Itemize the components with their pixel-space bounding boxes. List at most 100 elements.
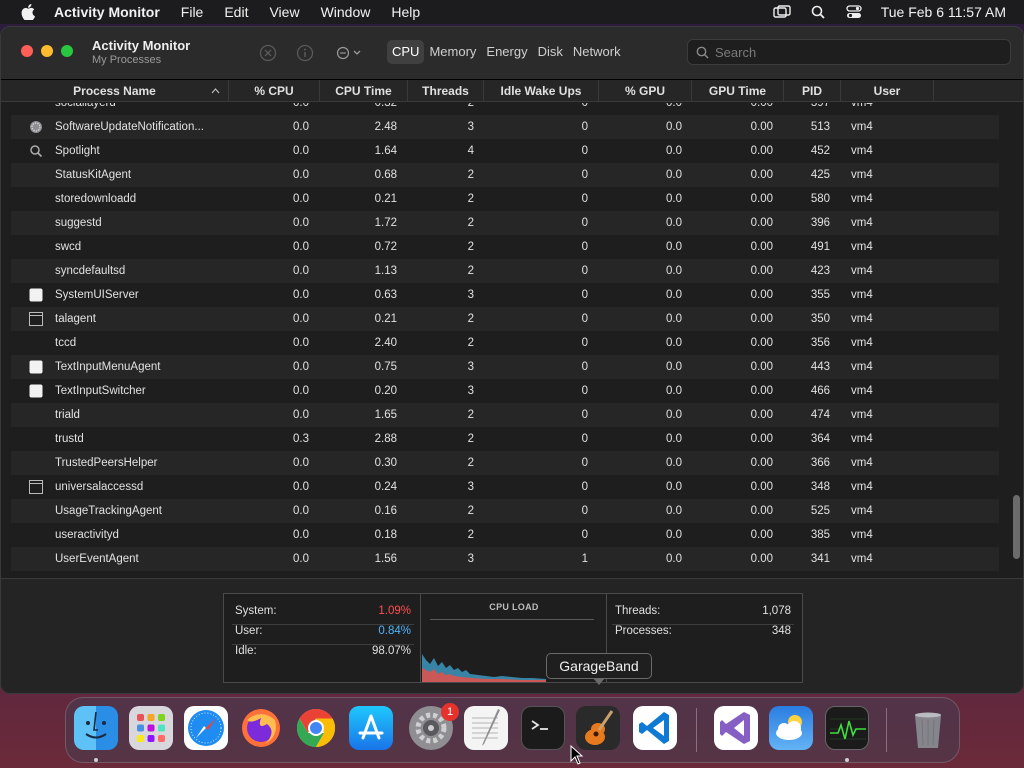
threads-cell: 3 xyxy=(467,121,474,133)
cpu-time-cell: 0.68 xyxy=(374,169,397,181)
spotlight-search-icon[interactable] xyxy=(809,4,827,20)
textedit-icon[interactable] xyxy=(464,706,508,750)
activity-monitor-icon[interactable] xyxy=(825,706,869,750)
table-row[interactable]: SystemUIServer 0.0 0.63 3 0 0.0 0.00 355 vm4 xyxy=(11,283,999,307)
idle-cell: 0 xyxy=(581,241,588,253)
pid-cell: 466 xyxy=(810,385,830,397)
process-name-cell: useractivityd xyxy=(55,529,119,541)
menu-window[interactable]: Window xyxy=(321,4,371,20)
safari-icon[interactable] xyxy=(184,706,228,750)
close-window-button[interactable] xyxy=(21,45,33,57)
pid-cell: 396 xyxy=(810,217,830,229)
idle-cell: 0 xyxy=(581,385,588,397)
tab-energy[interactable]: Energy xyxy=(481,40,532,64)
cpu-time-cell: 0.75 xyxy=(374,361,397,373)
user-cell: vm4 xyxy=(851,121,873,133)
running-indicator xyxy=(845,758,849,762)
column-header-process-name[interactable]: Process Name xyxy=(1,80,229,102)
table-row[interactable]: talagent 0.0 0.21 2 0 0.0 0.00 350 vm4 xyxy=(11,307,999,331)
column-header-threads[interactable]: Threads xyxy=(408,80,484,102)
table-row[interactable]: TrustedPeersHelper 0.0 0.30 2 0 0.0 0.00 366 vm4 xyxy=(11,451,999,475)
control-center-icon[interactable] xyxy=(845,4,863,20)
menu-edit[interactable]: Edit xyxy=(224,4,248,20)
stop-process-icon[interactable] xyxy=(257,42,279,64)
gpu-time-cell: 0.00 xyxy=(750,505,773,517)
search-input[interactable] xyxy=(715,44,995,60)
cpu-cell: 0.0 xyxy=(293,337,309,349)
tab-network[interactable]: Network xyxy=(568,40,626,64)
idle-cell: 0 xyxy=(581,433,588,445)
table-row[interactable]: SoftwareUpdateNotification... 0.0 2.48 3 0 0.… xyxy=(11,115,999,139)
table-row[interactable]: UserEventAgent 0.0 1.56 3 1 0.0 0.00 341 vm4 xyxy=(11,547,999,571)
user-cell: vm4 xyxy=(851,409,873,421)
visual-studio-icon[interactable] xyxy=(714,706,758,750)
menu-help[interactable]: Help xyxy=(391,4,420,20)
table-row[interactable]: swcd 0.0 0.72 2 0 0.0 0.00 491 vm4 xyxy=(11,235,999,259)
user-cell: vm4 xyxy=(851,145,873,157)
table-row[interactable]: storedownloadd 0.0 0.21 2 0 0.0 0.00 580 vm4 xyxy=(11,187,999,211)
cpu-cell: 0.0 xyxy=(293,553,309,565)
table-row[interactable]: Spotlight 0.0 1.64 4 0 0.0 0.00 452 vm4 xyxy=(11,139,999,163)
column-header-cpu-time[interactable]: CPU Time xyxy=(320,80,408,102)
pid-cell: 580 xyxy=(810,193,830,205)
gpu-cell: 0.0 xyxy=(666,433,682,445)
apple-menu-icon[interactable] xyxy=(18,4,38,20)
table-row[interactable]: universalaccessd 0.0 0.24 3 0 0.0 0.00 348 vm4 xyxy=(11,475,999,499)
gpu-time-cell: 0.00 xyxy=(750,265,773,277)
terminal-icon[interactable] xyxy=(521,706,565,750)
dock-separator xyxy=(696,708,697,752)
launchpad-icon[interactable] xyxy=(129,706,173,750)
screen-mirroring-icon[interactable] xyxy=(773,4,791,20)
gpu-time-cell: 0.00 xyxy=(750,145,773,157)
table-row[interactable]: syncdefaultsd 0.0 1.13 2 0 0.0 0.00 423 vm4 xyxy=(11,259,999,283)
table-row[interactable]: TextInputMenuAgent 0.0 0.75 3 0 0.0 0.00 443 vm4 xyxy=(11,355,999,379)
table-row[interactable]: triald 0.0 1.65 2 0 0.0 0.00 474 vm4 xyxy=(11,403,999,427)
cpu-load-title: CPU LOAD xyxy=(489,602,539,612)
menu-view[interactable]: View xyxy=(269,4,299,20)
column-header-gpu[interactable]: % GPU xyxy=(599,80,692,102)
menubar-clock[interactable]: Tue Feb 6 11:57 AM xyxy=(881,4,1006,20)
tab-disk[interactable]: Disk xyxy=(533,40,568,64)
menu-file[interactable]: File xyxy=(181,4,204,20)
firefox-icon[interactable] xyxy=(239,706,283,750)
vertical-scrollbar[interactable] xyxy=(1013,495,1020,559)
table-row[interactable]: tccd 0.0 2.40 2 0 0.0 0.00 356 vm4 xyxy=(11,331,999,355)
user-cell: vm4 xyxy=(851,385,873,397)
finder-icon[interactable] xyxy=(74,706,118,750)
garageband-icon[interactable] xyxy=(576,706,620,750)
weather-icon[interactable] xyxy=(769,706,813,750)
process-name-cell: SystemUIServer xyxy=(55,289,139,301)
menu-app-name[interactable]: Activity Monitor xyxy=(54,4,160,20)
app-store-icon[interactable] xyxy=(349,706,393,750)
vscode-icon[interactable] xyxy=(633,706,677,750)
table-row[interactable]: useractivityd 0.0 0.18 2 0 0.0 0.00 385 vm4 xyxy=(11,523,999,547)
column-header-pid[interactable]: PID xyxy=(784,80,841,102)
table-row[interactable]: sociallayerd 0.0 0.32 2 0 0.0 0.00 397 vm4 xyxy=(11,103,999,115)
gear-icon xyxy=(29,120,43,134)
trash-icon[interactable] xyxy=(906,706,950,750)
tab-cpu[interactable]: CPU xyxy=(387,40,425,64)
table-row[interactable]: trustd 0.3 2.88 2 0 0.0 0.00 364 vm4 xyxy=(11,427,999,451)
processes-label: Processes: xyxy=(615,625,672,637)
column-header-idle-wake-ups[interactable]: Idle Wake Ups xyxy=(484,80,599,102)
threads-cell: 2 xyxy=(467,241,474,253)
process-name-cell: universalaccessd xyxy=(55,481,144,493)
action-menu-icon[interactable] xyxy=(335,42,365,64)
table-row[interactable]: StatusKitAgent 0.0 0.68 2 0 0.0 0.00 425 vm4 xyxy=(11,163,999,187)
threads-cell: 3 xyxy=(467,553,474,565)
zoom-window-button[interactable] xyxy=(61,45,73,57)
search-field[interactable] xyxy=(687,39,1011,65)
tab-memory[interactable]: Memory xyxy=(424,40,481,64)
info-icon[interactable] xyxy=(294,42,316,64)
column-header-cpu[interactable]: % CPU xyxy=(229,80,320,102)
column-header-user[interactable]: User xyxy=(841,80,934,102)
gpu-cell: 0.0 xyxy=(666,265,682,277)
minimize-window-button[interactable] xyxy=(41,45,53,57)
table-row[interactable]: UsageTrackingAgent 0.0 0.16 2 0 0.0 0.00 525 vm4 xyxy=(11,499,999,523)
app-icon xyxy=(29,384,43,398)
column-header-gpu-time[interactable]: GPU Time xyxy=(692,80,784,102)
chrome-icon[interactable] xyxy=(294,706,338,750)
cpu-cell: 0.0 xyxy=(293,409,309,421)
table-row[interactable]: TextInputSwitcher 0.0 0.20 3 0 0.0 0.00 466 vm4 xyxy=(11,379,999,403)
table-row[interactable]: suggestd 0.0 1.72 2 0 0.0 0.00 396 vm4 xyxy=(11,211,999,235)
